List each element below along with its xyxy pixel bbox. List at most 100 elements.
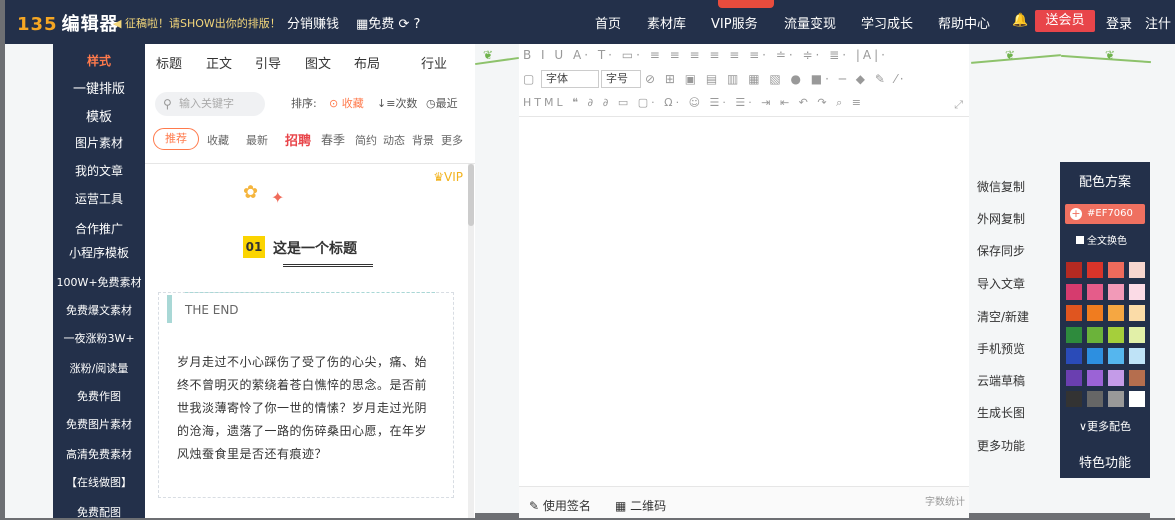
- color-swatch[interactable]: [1087, 305, 1103, 321]
- cloud-draft-button[interactable]: 云端草稿: [977, 372, 1025, 389]
- color-swatch[interactable]: [1129, 348, 1145, 364]
- color-swatch[interactable]: [1087, 348, 1103, 364]
- import-article-button[interactable]: 导入文章: [977, 275, 1025, 292]
- tab-image-text[interactable]: 图文: [305, 53, 331, 72]
- color-swatch[interactable]: [1108, 305, 1124, 321]
- qrcode-button[interactable]: ▦ 二维码: [615, 497, 666, 514]
- nav-traffic-monetize[interactable]: 流量变现: [784, 13, 836, 32]
- color-swatch[interactable]: [1087, 283, 1103, 300]
- special-features-button[interactable]: 特色功能: [1060, 452, 1150, 471]
- filter-spring[interactable]: 春季: [321, 131, 345, 148]
- color-swatch[interactable]: [1066, 391, 1082, 407]
- color-swatch[interactable]: [1129, 369, 1145, 386]
- sidebar-item-read-count[interactable]: 涨粉/阅读量: [53, 360, 145, 376]
- filter-recommended[interactable]: 推荐: [153, 128, 199, 150]
- color-swatch[interactable]: [1129, 391, 1145, 407]
- nav-materials[interactable]: 素材库: [647, 13, 686, 32]
- color-swatch[interactable]: [1066, 326, 1082, 343]
- filter-more[interactable]: 更多: [441, 132, 463, 148]
- sidebar-item-miniprogram[interactable]: 小程序模板: [53, 244, 145, 261]
- word-count[interactable]: 字数统计: [925, 493, 965, 508]
- style-preview-list[interactable]: ♛VIP ✿ ✦ 01 这是一个标题 THE END 岁月走过不小心踩伤了受了伤…: [145, 164, 467, 518]
- nav-free[interactable]: ▦免费 ⟳ ?: [356, 13, 420, 32]
- text-style-card[interactable]: THE END 岁月走过不小心踩伤了受了伤的心尖，痛、始终不曾明灭的萦绕着苍白憔…: [158, 292, 454, 498]
- refresh-icon[interactable]: ⟳: [398, 17, 409, 32]
- filter-background[interactable]: 背景: [412, 132, 434, 148]
- clear-new-button[interactable]: 清空/新建: [977, 308, 1029, 325]
- color-swatch[interactable]: [1129, 283, 1145, 300]
- nav-vip-service[interactable]: VIP服务: [711, 13, 758, 32]
- color-swatch[interactable]: [1108, 369, 1124, 386]
- color-swatch[interactable]: [1108, 283, 1124, 300]
- bell-icon[interactable]: 🔔: [1012, 13, 1028, 28]
- format-toolbar-row-2b[interactable]: ⊘ ⊞ ▣ ▤ ▥ ▦ ▧ ● ■· ─ ◆ ✎ ⁄·: [645, 72, 965, 86]
- external-copy-button[interactable]: 外网复制: [977, 210, 1025, 227]
- font-size-select[interactable]: 字号: [601, 70, 641, 88]
- sort-recent[interactable]: ◷最近: [426, 95, 458, 111]
- sidebar-item-one-click-layout[interactable]: 一键排版: [53, 78, 145, 97]
- filter-recruit[interactable]: 招聘: [285, 130, 311, 149]
- use-signature-button[interactable]: ✎ 使用签名: [529, 497, 591, 514]
- sidebar-item-fans-growth[interactable]: 一夜涨粉3W+: [53, 330, 145, 346]
- nav-home[interactable]: 首页: [595, 13, 621, 32]
- editor-content-area[interactable]: [519, 116, 969, 486]
- sidebar-item-online-drawing[interactable]: 【在线做图】: [53, 474, 145, 490]
- color-swatch[interactable]: [1087, 369, 1103, 386]
- color-swatch[interactable]: [1066, 262, 1082, 278]
- sidebar-item-image-materials[interactable]: 图片素材: [53, 134, 145, 151]
- promo-banner[interactable]: ◀ 征稿啦！请SHOW出你的排版！: [113, 15, 281, 31]
- current-color-input[interactable]: + #EF7060: [1065, 204, 1145, 224]
- color-swatch[interactable]: [1129, 326, 1145, 343]
- font-family-select[interactable]: 字体: [541, 70, 599, 88]
- sidebar-item-operation-tools[interactable]: 运营工具: [53, 190, 145, 207]
- color-swatch[interactable]: [1087, 391, 1103, 407]
- sort-count[interactable]: ↓≡次数: [377, 95, 417, 111]
- color-swatch[interactable]: [1129, 305, 1145, 321]
- tab-body[interactable]: 正文: [206, 53, 232, 72]
- filter-dynamic[interactable]: 动态: [383, 132, 405, 148]
- color-swatch[interactable]: [1066, 283, 1082, 300]
- mobile-preview-button[interactable]: 手机预览: [977, 340, 1025, 357]
- filter-favorites[interactable]: 收藏: [207, 132, 229, 148]
- color-swatch[interactable]: [1108, 391, 1124, 407]
- checkbox[interactable]: [1076, 236, 1084, 244]
- color-swatch[interactable]: [1108, 348, 1124, 364]
- scrollbar-thumb[interactable]: [468, 164, 474, 226]
- scrollbar[interactable]: [468, 164, 474, 518]
- nav-learning[interactable]: 学习成长: [861, 13, 913, 32]
- all-change-color-checkbox[interactable]: 全文换色: [1076, 232, 1127, 247]
- long-image-button[interactable]: 生成长图: [977, 404, 1025, 421]
- login-link[interactable]: 登录: [1106, 13, 1132, 32]
- register-link[interactable]: 注什: [1145, 13, 1171, 32]
- sidebar-item-templates[interactable]: 模板: [53, 106, 145, 125]
- logo[interactable]: 135 编辑器: [17, 10, 119, 36]
- sidebar-item-free-images[interactable]: 免费图片素材: [53, 416, 145, 432]
- nav-distribution[interactable]: 分销赚钱: [287, 13, 339, 32]
- format-toolbar-row-3[interactable]: HTML ❝ ∂ ∂ ▭ ▢· Ω· ☺ ☰· ☰· ⇥ ⇤ ↶ ↷ ⌕ ≡: [523, 96, 963, 110]
- tab-layout[interactable]: 布局: [354, 53, 380, 72]
- color-swatch[interactable]: [1066, 305, 1082, 321]
- tab-title[interactable]: 标题: [156, 53, 182, 72]
- color-swatch[interactable]: [1108, 326, 1124, 343]
- color-swatch[interactable]: [1087, 262, 1103, 278]
- sidebar-item-styles[interactable]: 样式: [53, 52, 145, 69]
- wechat-copy-button[interactable]: 微信复制: [977, 178, 1025, 195]
- color-swatch[interactable]: [1087, 326, 1103, 343]
- sidebar-item-my-articles[interactable]: 我的文章: [53, 162, 145, 179]
- sidebar-item-hot-articles[interactable]: 免费爆文素材: [53, 302, 145, 318]
- nav-help-center[interactable]: 帮助中心: [938, 13, 990, 32]
- color-swatch[interactable]: [1108, 262, 1124, 278]
- help-icon[interactable]: ?: [414, 17, 421, 32]
- sidebar-item-hd-materials[interactable]: 高清免费素材: [53, 446, 145, 462]
- color-swatch[interactable]: [1066, 369, 1082, 386]
- tab-industry[interactable]: 行业: [421, 53, 447, 72]
- save-sync-button[interactable]: 保存同步: [977, 242, 1025, 259]
- more-colors-button[interactable]: ∨更多配色: [1060, 418, 1150, 434]
- title-style-sample[interactable]: 这是一个标题: [273, 238, 357, 258]
- filter-simple[interactable]: 简约: [355, 132, 377, 148]
- sort-favorites[interactable]: ⊙ 收藏: [329, 95, 364, 111]
- filter-latest[interactable]: 最新: [246, 132, 268, 148]
- more-functions-button[interactable]: 更多功能: [977, 437, 1025, 454]
- sidebar-item-promotion[interactable]: 合作推广: [53, 220, 145, 237]
- gift-membership-button[interactable]: 送会员: [1035, 10, 1095, 32]
